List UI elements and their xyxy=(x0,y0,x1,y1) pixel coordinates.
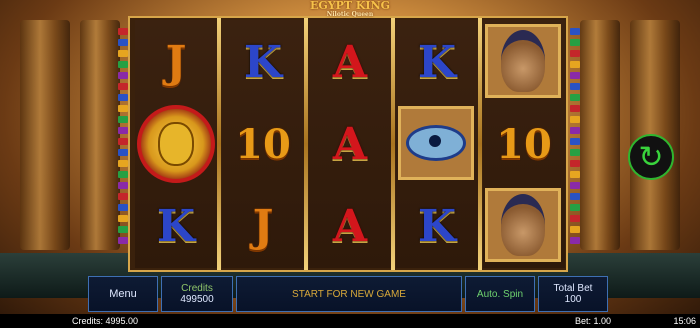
payline-marker xyxy=(118,72,128,79)
refresh-arrows-icon: ↻ xyxy=(638,140,664,174)
payline-marker xyxy=(118,160,128,167)
symbol-queen xyxy=(485,188,561,262)
payline-marker xyxy=(118,193,128,200)
symbol-a: A xyxy=(332,200,368,252)
payline-marker xyxy=(570,215,580,222)
payline-marker xyxy=(118,39,128,46)
symbol-k: K xyxy=(156,200,196,252)
total-bet-value: 100 xyxy=(564,294,582,305)
payline-marker xyxy=(118,116,128,123)
payline-marker xyxy=(570,138,580,145)
reel-4: K K xyxy=(396,20,478,268)
reel-divider xyxy=(217,18,221,270)
payline-marker xyxy=(118,171,128,178)
payline-marker xyxy=(118,105,128,112)
symbol-k: K xyxy=(417,200,457,252)
queen-icon xyxy=(501,194,545,256)
payline-marker xyxy=(570,182,580,189)
payline-marker xyxy=(118,226,128,233)
payline-marker xyxy=(570,94,580,101)
pillar-left-outer xyxy=(20,20,70,250)
payline-marker xyxy=(118,215,128,222)
payline-marker xyxy=(570,72,580,79)
symbol-j: J xyxy=(252,200,274,252)
status-bar: Credits: 4995.00 Bet: 1.00 15:06 xyxy=(0,314,700,328)
auto-spin-label: Auto. Spin xyxy=(476,288,524,300)
center-message: START FOR NEW GAME xyxy=(292,288,406,300)
payline-marker xyxy=(570,116,580,123)
payline-indicators-left xyxy=(118,28,128,268)
symbol-j: J xyxy=(165,36,187,88)
symbol-eye-of-horus xyxy=(398,106,474,180)
payline-marker xyxy=(570,149,580,156)
symbol-k: K xyxy=(417,36,457,88)
payline-marker xyxy=(570,39,580,46)
credits-label: Credits xyxy=(181,283,213,294)
status-bet: Bet: 1.00 xyxy=(575,316,612,326)
queen-icon xyxy=(501,30,545,92)
start-new-game-button[interactable]: START FOR NEW GAME xyxy=(236,276,462,312)
eye-of-horus-icon xyxy=(406,125,466,161)
payline-marker xyxy=(118,237,128,244)
payline-marker xyxy=(570,50,580,57)
reel-divider xyxy=(478,18,482,270)
symbol-a: A xyxy=(332,36,368,88)
reel-divider xyxy=(304,18,308,270)
payline-marker xyxy=(118,138,128,145)
auto-spin-button[interactable]: Auto. Spin xyxy=(465,276,535,312)
symbol-a: A xyxy=(332,118,368,170)
control-bar: Menu Credits 499500 START FOR NEW GAME A… xyxy=(88,276,608,312)
credits-display: Credits 499500 xyxy=(161,276,233,312)
payline-marker xyxy=(118,204,128,211)
payline-indicators-right xyxy=(570,28,580,268)
reel-1: J K xyxy=(135,20,217,268)
payline-marker xyxy=(570,61,580,68)
symbol-k: K xyxy=(243,36,283,88)
total-bet-display[interactable]: Total Bet 100 xyxy=(538,276,608,312)
reel-divider xyxy=(391,18,395,270)
symbol-queen xyxy=(485,24,561,98)
scarab-icon xyxy=(137,105,215,183)
reel-2: K 10 J xyxy=(222,20,304,268)
payline-marker xyxy=(570,171,580,178)
payline-marker xyxy=(570,226,580,233)
logo-subtitle: Nilotic Queen xyxy=(326,11,374,18)
total-bet-label: Total Bet xyxy=(553,283,593,294)
payline-marker xyxy=(570,204,580,211)
payline-marker xyxy=(118,28,128,35)
payline-marker xyxy=(118,50,128,57)
symbol-10: 10 xyxy=(235,120,291,168)
spin-button[interactable]: ↻ xyxy=(628,134,674,180)
payline-marker xyxy=(118,127,128,134)
payline-marker xyxy=(570,83,580,90)
game-logo: EGYPT KING Nilotic Queen xyxy=(308,0,392,20)
symbol-10: 10 xyxy=(496,120,552,168)
status-credits: Credits: 4995.00 xyxy=(72,316,139,326)
payline-marker xyxy=(570,237,580,244)
payline-marker xyxy=(118,61,128,68)
payline-marker xyxy=(570,28,580,35)
payline-marker xyxy=(570,127,580,134)
reel-5: 10 xyxy=(483,20,565,268)
payline-marker xyxy=(570,105,580,112)
status-time: 15:06 xyxy=(673,316,696,326)
credits-value: 499500 xyxy=(180,294,214,305)
payline-marker xyxy=(570,160,580,167)
payline-marker xyxy=(118,83,128,90)
menu-button[interactable]: Menu xyxy=(88,276,158,312)
payline-marker xyxy=(118,182,128,189)
pillar-left-inner xyxy=(80,20,120,250)
payline-marker xyxy=(570,193,580,200)
symbol-scarab xyxy=(135,104,217,184)
payline-marker xyxy=(118,94,128,101)
menu-label: Menu xyxy=(109,288,137,300)
reel-3: A A A xyxy=(309,20,391,268)
payline-marker xyxy=(118,149,128,156)
pillar-right-inner xyxy=(580,20,620,250)
